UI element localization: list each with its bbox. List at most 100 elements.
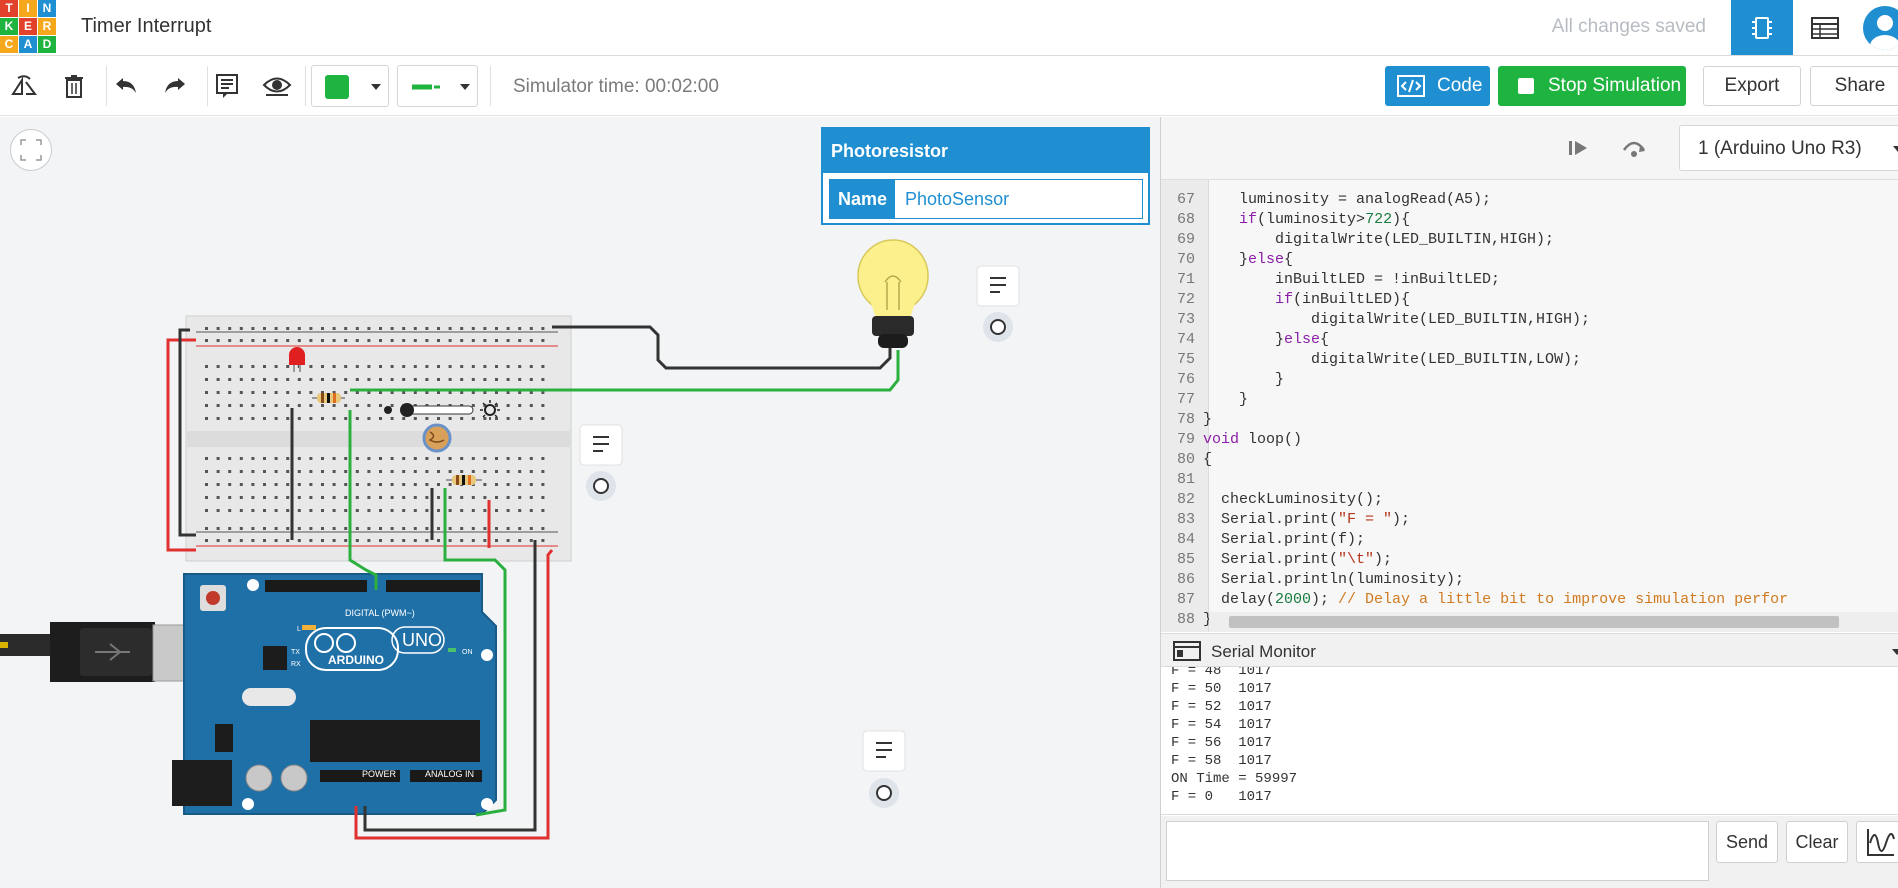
board-digital-label: DIGITAL (PWM~) bbox=[345, 608, 415, 618]
code-line[interactable]: 67 luminosity = analogRead(A5); bbox=[1161, 190, 1898, 210]
logo-letter: K bbox=[0, 18, 18, 35]
delete-button[interactable] bbox=[58, 70, 90, 102]
logo-letter: T bbox=[0, 0, 18, 17]
clear-button[interactable]: Clear bbox=[1786, 821, 1848, 863]
line-number: 74 bbox=[1176, 331, 1195, 348]
breadboard[interactable] bbox=[185, 315, 572, 562]
code-line[interactable]: 80{ bbox=[1161, 450, 1898, 470]
serial-monitor-header[interactable]: Serial Monitor bbox=[1161, 633, 1898, 667]
code-line[interactable]: 70 }else{ bbox=[1161, 250, 1898, 270]
serial-monitor-title: Serial Monitor bbox=[1211, 642, 1316, 661]
note-marker-3[interactable] bbox=[862, 730, 906, 808]
logo-letter: R bbox=[38, 18, 56, 35]
export-button[interactable]: Export bbox=[1703, 66, 1801, 106]
serial-line: F = 58 1017 bbox=[1171, 753, 1272, 769]
serial-line: F = 52 1017 bbox=[1171, 699, 1272, 715]
wire-type-dropdown[interactable] bbox=[397, 65, 478, 107]
visibility-button[interactable] bbox=[261, 70, 293, 102]
undo-button[interactable] bbox=[110, 70, 142, 102]
arduino-uno[interactable]: DIGITAL (PWM~) ARDUINO UNO POWER ANALOG … bbox=[172, 573, 497, 815]
device-dropdown[interactable]: 1 (Arduino Uno R3) bbox=[1679, 125, 1898, 171]
code-line[interactable]: 87 delay(2000); // Delay a little bit to… bbox=[1161, 590, 1898, 610]
user-avatar[interactable] bbox=[1863, 6, 1898, 50]
line-number: 78 bbox=[1176, 411, 1195, 428]
circuit-canvas[interactable]: DIGITAL (PWM~) ARDUINO UNO POWER ANALOG … bbox=[0, 117, 1160, 888]
line-number: 70 bbox=[1176, 251, 1195, 268]
note-marker-1[interactable] bbox=[976, 265, 1020, 342]
editor-horizontal-scrollbar[interactable] bbox=[1209, 612, 1898, 632]
code-editor[interactable]: 67 luminosity = analogRead(A5); 68 if(lum… bbox=[1161, 180, 1898, 632]
serial-input[interactable] bbox=[1166, 821, 1709, 881]
line-number: 72 bbox=[1176, 291, 1195, 308]
code-line[interactable]: 71 inBuiltLED = !inBuiltLED; bbox=[1161, 270, 1898, 290]
line-number: 68 bbox=[1176, 211, 1195, 228]
step-button[interactable] bbox=[1564, 133, 1594, 163]
scrollbar-thumb[interactable] bbox=[1229, 616, 1839, 628]
app-header: TIN KER CAD Timer Interrupt All changes sa… bbox=[0, 0, 1898, 56]
logo-letter: I bbox=[19, 0, 37, 17]
board-analog-label: ANALOG IN bbox=[425, 769, 474, 779]
undo-icon bbox=[116, 78, 136, 93]
note-marker-2[interactable] bbox=[579, 424, 623, 501]
graph-button[interactable] bbox=[1856, 821, 1898, 863]
save-status: All changes saved bbox=[1551, 16, 1706, 37]
chevron-down-icon[interactable] bbox=[1891, 648, 1898, 656]
circuit-view-button[interactable] bbox=[1731, 0, 1793, 55]
code-line[interactable]: 85 Serial.print("\t"); bbox=[1161, 550, 1898, 570]
code-line[interactable]: 68 if(luminosity>722){ bbox=[1161, 210, 1898, 230]
line-number: 84 bbox=[1176, 531, 1195, 548]
share-button[interactable]: Share bbox=[1810, 66, 1898, 106]
logo-letter: D bbox=[38, 36, 56, 53]
line-number: 79 bbox=[1176, 431, 1195, 448]
tinkercad-logo[interactable]: TIN KER CAD bbox=[0, 0, 57, 54]
code-line[interactable]: 78} bbox=[1161, 410, 1898, 430]
component-list-button[interactable] bbox=[1794, 0, 1856, 55]
code-line[interactable]: 73 digitalWrite(LED_BUILTIN,HIGH); bbox=[1161, 310, 1898, 330]
code-panel: 1 (Arduino Uno R3) 67 luminosity = analo… bbox=[1160, 117, 1898, 888]
stop-simulation-button[interactable]: Stop Simulation bbox=[1498, 66, 1686, 106]
code-icon bbox=[1397, 75, 1425, 97]
code-button-label: Code bbox=[1437, 75, 1483, 96]
code-line[interactable]: 75 digitalWrite(LED_BUILTIN,LOW); bbox=[1161, 350, 1898, 370]
step-over-button[interactable] bbox=[1619, 133, 1649, 163]
line-number: 87 bbox=[1176, 591, 1195, 608]
code-line[interactable]: 84 Serial.print(f); bbox=[1161, 530, 1898, 550]
code-line[interactable]: 86 Serial.println(luminosity); bbox=[1161, 570, 1898, 590]
line-number: 69 bbox=[1176, 231, 1195, 248]
code-line[interactable]: 83 Serial.print("F = "); bbox=[1161, 510, 1898, 530]
code-line[interactable]: 74 }else{ bbox=[1161, 330, 1898, 350]
redo-button[interactable] bbox=[159, 70, 191, 102]
send-button[interactable]: Send bbox=[1716, 821, 1778, 863]
light-bulb[interactable] bbox=[857, 239, 929, 348]
line-number: 71 bbox=[1176, 271, 1195, 288]
wire-color-dropdown[interactable] bbox=[311, 65, 389, 107]
rotate-button[interactable] bbox=[8, 70, 40, 102]
step-over-icon bbox=[1622, 141, 1646, 157]
serial-monitor-icon bbox=[1173, 641, 1201, 661]
code-line[interactable]: 81 bbox=[1161, 470, 1898, 490]
code-line[interactable]: 82 checkLuminosity(); bbox=[1161, 490, 1898, 510]
line-number: 81 bbox=[1176, 471, 1195, 488]
line-number: 76 bbox=[1176, 371, 1195, 388]
logo-letter: C bbox=[0, 36, 18, 53]
redo-icon bbox=[165, 78, 185, 93]
board-l-label: L bbox=[297, 626, 301, 633]
code-line[interactable]: 72 if(inBuiltLED){ bbox=[1161, 290, 1898, 310]
code-line[interactable]: 79 void loop() bbox=[1161, 430, 1898, 450]
line-number: 83 bbox=[1176, 511, 1195, 528]
code-button[interactable]: Code bbox=[1385, 66, 1490, 106]
notes-button[interactable] bbox=[211, 70, 243, 102]
chevron-down-icon bbox=[1893, 146, 1898, 152]
project-title[interactable]: Timer Interrupt bbox=[81, 15, 211, 38]
code-line[interactable]: 76 } bbox=[1161, 370, 1898, 390]
code-line[interactable]: 77 } bbox=[1161, 390, 1898, 410]
inspector-title: Photoresistor bbox=[823, 129, 1148, 173]
serial-line: F = 54 1017 bbox=[1171, 717, 1272, 733]
component-name-input[interactable]: PhotoSensor bbox=[895, 180, 1142, 218]
board-rx-label: RX bbox=[291, 661, 301, 668]
line-number: 88 bbox=[1176, 611, 1195, 628]
chevron-down-icon bbox=[460, 84, 470, 90]
code-line[interactable]: 69 digitalWrite(LED_BUILTIN,HIGH); bbox=[1161, 230, 1898, 250]
trash-icon bbox=[65, 75, 83, 98]
logo-letter: A bbox=[19, 36, 37, 53]
